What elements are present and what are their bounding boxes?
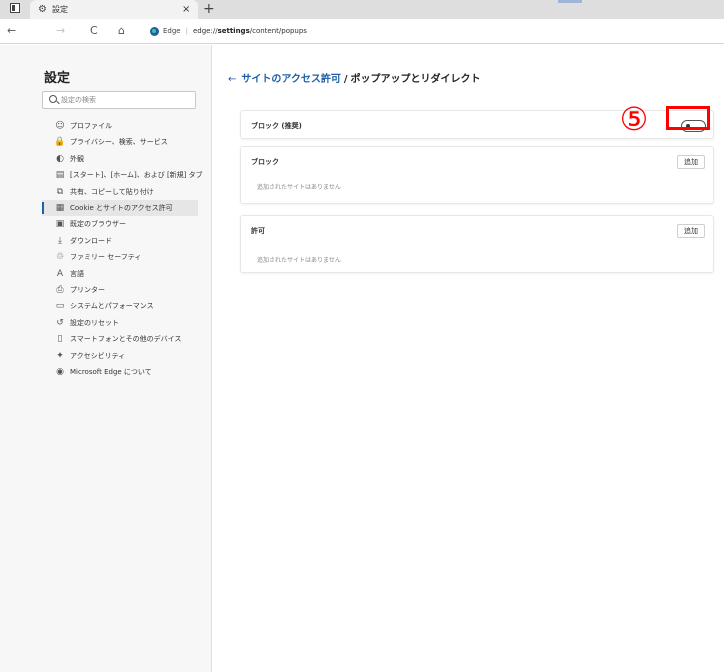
language-icon: A (56, 268, 64, 279)
sidebar-item[interactable]: ▤ [スタート]、[ホーム]、および [新規] タブ (42, 167, 203, 183)
site-permissions-icon: ▦ (55, 203, 65, 213)
new-tab-button[interactable]: + (203, 0, 215, 18)
sidebar-item[interactable]: ↺ 設定のリセット (42, 315, 198, 331)
sidebar-item-label: プライバシー、検索、サービス (70, 138, 168, 147)
sidebar-item[interactable]: ▭ システムとパフォーマンス (42, 298, 198, 314)
phone-icon: ▯ (57, 334, 63, 345)
start-page-icon: ▤ (55, 170, 65, 181)
sidebar-item[interactable]: ▦ Cookie とサイトのアクセス許可 (42, 200, 198, 216)
sidebar-item[interactable]: ☺ プロファイル (42, 118, 198, 134)
sidebar-item-label: Microsoft Edge について (70, 368, 152, 376)
allow-list-card: 許可 追加 追加されたサイトはありません (240, 215, 714, 273)
site-label: Edge (163, 27, 181, 35)
sidebar-item-label: 設定のリセット (70, 318, 119, 327)
block-empty-message: 追加されたサイトはありません (257, 184, 341, 191)
allow-add-button[interactable]: 追加 (677, 224, 705, 238)
printer-icon: ⎙ (56, 285, 64, 295)
sidebar-item[interactable]: ⤓ ダウンロード (42, 233, 198, 249)
url-text: edge://settings/content/popups (193, 27, 307, 35)
url-suffix: /content/popups (249, 27, 307, 35)
settings-sidebar: 設定 ☺ プロファイル 🔒 プライバシー、検索、サービス ◐ 外観 ▤ [スタート]、[ホーム… (0, 45, 212, 672)
url-field[interactable]: Edge | edge://settings/content/popups (150, 24, 307, 38)
block-list-card: ブロック 追加 追加されたサイトはありません (240, 146, 714, 204)
sidebar-item-label: [スタート]、[ホーム]、および [新規] タブ (70, 171, 203, 180)
sidebar-title: 設定 (44, 71, 71, 86)
sidebar-item-label: ダウンロード (70, 236, 112, 245)
download-icon: ⤓ (58, 235, 62, 246)
sidebar-item-label: 外観 (70, 154, 84, 163)
back-arrow-icon[interactable]: ← (228, 74, 236, 85)
breadcrumb-separator: / (343, 74, 348, 85)
url-prefix: edge:// (192, 27, 218, 35)
page-title: ポップアップとリダイレクト (350, 74, 481, 85)
sidebar-item-label: ファミリー セーフティ (70, 253, 142, 262)
sidebar-item[interactable]: ◐ 外観 (42, 151, 198, 167)
sidebar-item[interactable]: ▯ スマートフォンとその他のデバイス (42, 331, 198, 347)
sidebar-item[interactable]: ✦ アクセシビリティ (42, 348, 198, 364)
share-icon: ⧉ (56, 186, 64, 197)
default-browser-icon: ▣ (55, 219, 65, 230)
sidebar-item-label: スマートフォンとその他のデバイス (70, 335, 182, 344)
home-button[interactable]: ⌂ (118, 24, 125, 38)
block-list-label: ブロック (251, 158, 279, 166)
sidebar-item[interactable]: ◉ Microsoft Edge について (42, 364, 198, 380)
sidebar-item[interactable]: A 言語 (42, 266, 198, 282)
sidebar-item[interactable]: ▣ 既定のブラウザー (42, 216, 198, 232)
appearance-icon: ◐ (56, 153, 64, 164)
browser-tab-settings[interactable]: ⚙ 設定 × (30, 0, 198, 19)
system-icon: ▭ (55, 301, 65, 312)
sidebar-item[interactable]: 🔒 プライバシー、検索、サービス (42, 134, 198, 150)
search-input[interactable] (61, 93, 191, 107)
edge-logo-icon (150, 26, 159, 36)
family-icon: ♲ (55, 252, 65, 263)
tab-close-icon[interactable]: × (182, 0, 190, 19)
tab-actions-icon[interactable] (10, 3, 20, 13)
edge-logo-icon: ◉ (56, 367, 64, 377)
annotation-number: ⑤ (619, 100, 649, 138)
allow-list-label: 許可 (251, 227, 265, 235)
url-separator: | (185, 27, 188, 35)
gear-icon: ⚙ (38, 4, 47, 15)
refresh-button[interactable]: C (90, 24, 98, 38)
url-bold: settings (217, 27, 250, 35)
sidebar-item-label: プロファイル (70, 122, 112, 130)
sidebar-item[interactable]: ⎙ プリンター (42, 282, 198, 298)
search-icon (49, 95, 57, 103)
breadcrumb: ← サイトのアクセス許可 / ポップアップとリダイレクト (228, 73, 481, 87)
sidebar-item-label: 言語 (70, 269, 84, 278)
tab-title: 設定 (52, 5, 68, 14)
settings-search[interactable] (42, 91, 196, 109)
sidebar-item-label: システムとパフォーマンス (70, 302, 154, 311)
sidebar-item-label: アクセシビリティ (70, 351, 126, 360)
sidebar-item-label: 共有、コピーして貼り付け (70, 187, 154, 196)
accessibility-icon: ✦ (56, 350, 64, 361)
reset-icon: ↺ (56, 317, 64, 328)
allow-empty-message: 追加されたサイトはありません (257, 257, 341, 264)
sidebar-item[interactable]: ⧉ 共有、コピーして貼り付け (42, 184, 198, 200)
profile-icon: ☺ (55, 121, 65, 131)
sidebar-item-label: 既定のブラウザー (70, 220, 126, 229)
block-add-button[interactable]: 追加 (677, 155, 705, 169)
breadcrumb-link-site-permissions[interactable]: サイトのアクセス許可 (241, 74, 341, 85)
forward-button[interactable]: → (56, 24, 65, 38)
back-button[interactable]: ← (7, 24, 16, 38)
sidebar-item-label: プリンター (70, 286, 105, 294)
block-recommended-label: ブロック (推奨) (251, 122, 302, 130)
browser-titlebar: ⚙ 設定 × + (0, 0, 724, 19)
sidebar-item[interactable]: ♲ ファミリー セーフティ (42, 249, 198, 265)
sidebar-item-label: Cookie とサイトのアクセス許可 (70, 204, 173, 212)
address-bar: ← → C ⌂ Edge | edge://settings/content/pop… (0, 19, 724, 44)
lock-icon: 🔒 (54, 137, 66, 148)
titlebar-highlight (558, 0, 582, 3)
annotation-highlight-box (666, 106, 710, 130)
